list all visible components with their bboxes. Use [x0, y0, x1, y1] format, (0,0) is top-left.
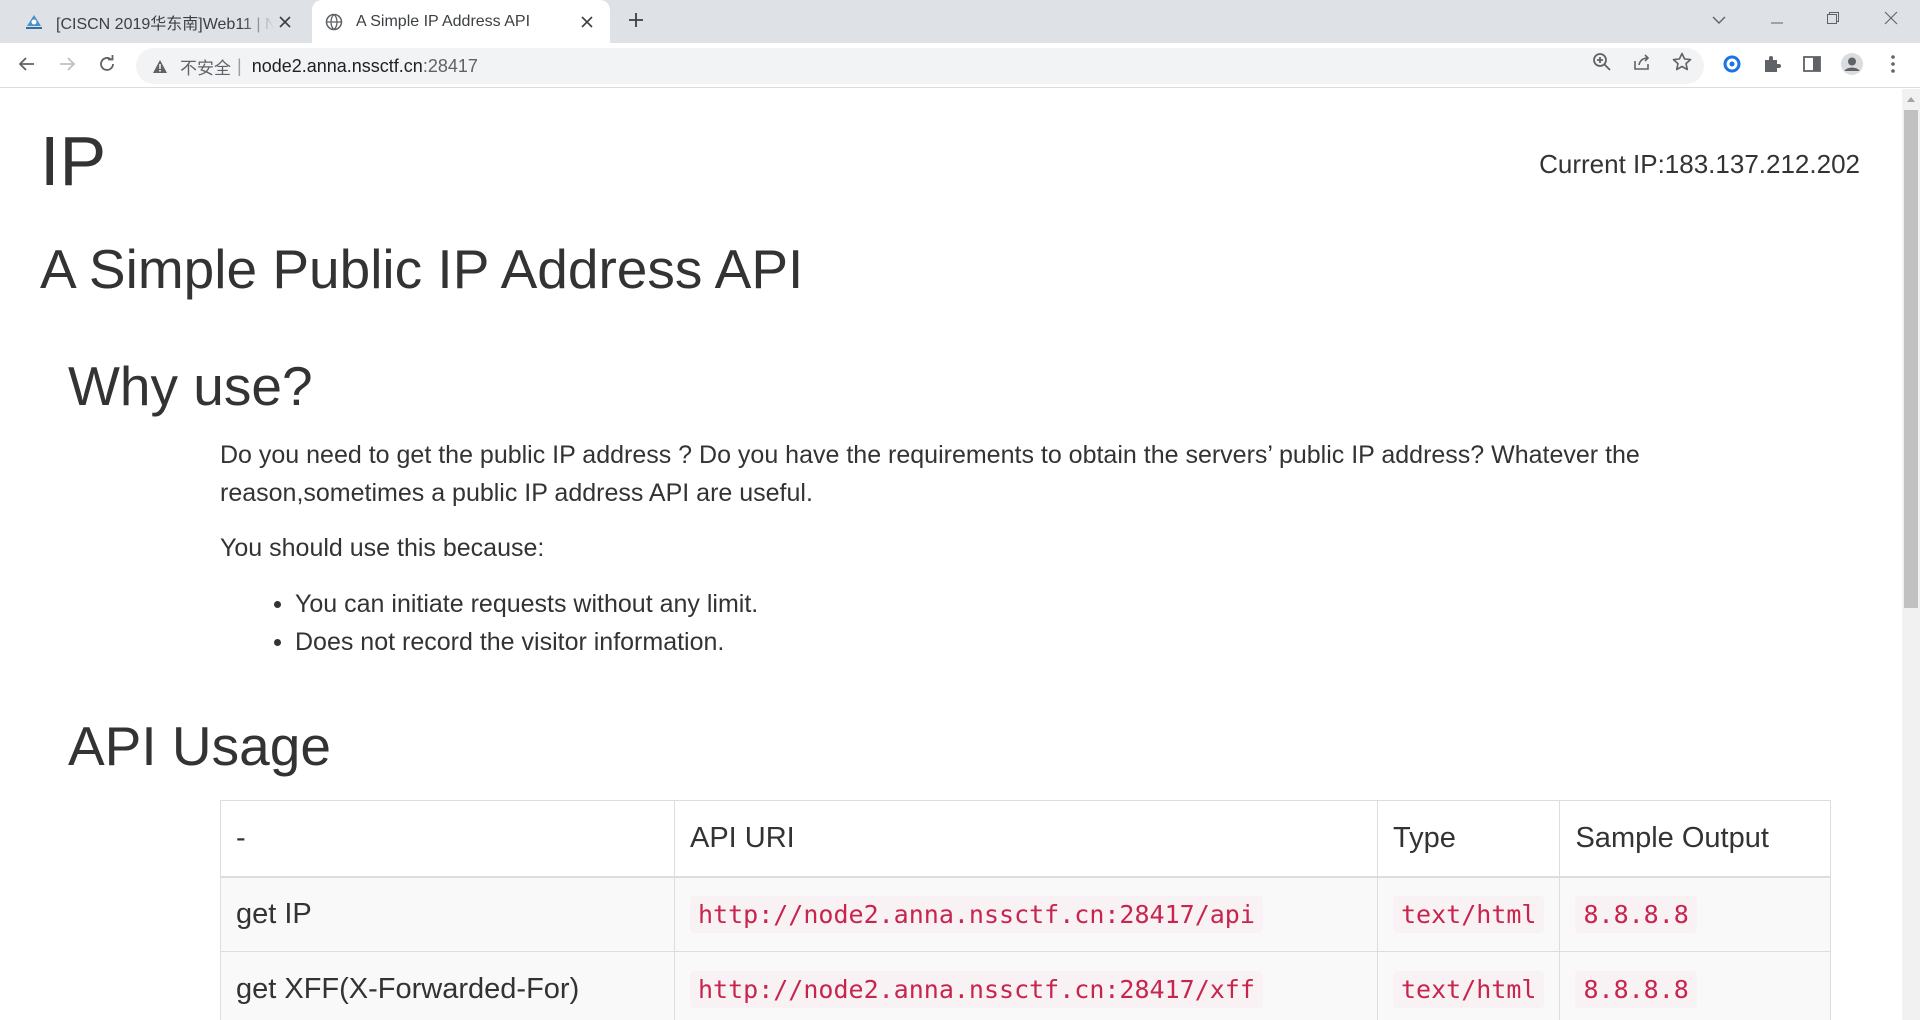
table-row: get IP http://node2.anna.nssctf.cn:28417…: [220, 876, 1831, 952]
page-subtitle: A Simple Public IP Address API: [40, 238, 804, 300]
close-window-button[interactable]: [1868, 0, 1914, 40]
profile-button[interactable]: [1839, 52, 1865, 81]
reload-icon: [98, 54, 116, 78]
api-sample: 8.8.8.8: [1575, 970, 1697, 1008]
scrollbar-thumb[interactable]: [1904, 110, 1918, 608]
chevron-down-icon: [1712, 11, 1726, 29]
api-type-cell: text/html: [1376, 876, 1561, 952]
why-lead: You should use this because:: [220, 534, 545, 562]
star-icon: [1672, 52, 1692, 77]
api-type-cell: text/html: [1376, 951, 1561, 1020]
menu-button[interactable]: [1880, 53, 1906, 79]
zoom-icon: [1592, 52, 1612, 77]
api-uri: http://node2.anna.nssctf.cn:28417/api: [690, 895, 1263, 933]
list-item: Does not record the visitor information.: [220, 623, 758, 661]
api-name: get IP: [220, 876, 675, 952]
triangle-up-icon: [1907, 89, 1915, 107]
api-usage-table: - API URI Type Sample Output get IP http…: [220, 800, 1831, 1020]
warning-icon[interactable]: [150, 56, 170, 76]
more-vertical-icon: [1891, 54, 1895, 78]
address-bar[interactable]: 不安全 | node2.anna.nssctf.cn :28417: [136, 48, 1704, 84]
minimize-button[interactable]: [1754, 0, 1800, 40]
scroll-up-button[interactable]: [1902, 89, 1920, 107]
close-tab-icon[interactable]: [274, 11, 296, 33]
tab-nssctf[interactable]: [CISCN 2019华东南]Web11 | NSSCTF: [12, 0, 308, 43]
forward-button[interactable]: [50, 49, 84, 83]
api-sample-cell: 8.8.8.8: [1559, 951, 1831, 1020]
why-paragraph: Do you need to get the public IP address…: [220, 441, 1640, 507]
browser-toolbar: 不安全 | node2.anna.nssctf.cn :28417: [0, 43, 1920, 88]
close-icon: [1884, 11, 1898, 30]
avatar-icon: [1840, 52, 1864, 81]
api-name: get XFF(X-Forwarded-For): [220, 951, 675, 1020]
security-label[interactable]: 不安全: [180, 54, 231, 79]
tab-strip: [CISCN 2019华东南]Web11 | NSSCTF A Simple I…: [0, 0, 1920, 43]
zoom-button[interactable]: [1590, 52, 1614, 76]
api-type: text/html: [1393, 895, 1545, 933]
side-panel-icon: [1803, 55, 1821, 78]
address-separator: |: [237, 55, 242, 76]
url-port: :28417: [422, 55, 478, 76]
column-header: -: [220, 800, 675, 878]
back-button[interactable]: [10, 49, 44, 83]
arrow-left-icon: [18, 55, 36, 78]
column-header: Sample Output: [1559, 800, 1831, 878]
share-icon: [1632, 52, 1652, 77]
restore-icon: [1827, 11, 1839, 29]
tab-title: A Simple IP Address API: [356, 12, 531, 30]
api-uri-cell: http://node2.anna.nssctf.cn:28417/xff: [674, 951, 1378, 1020]
extension-ring-icon: [1722, 54, 1742, 79]
reasons-list: You can initiate requests without any li…: [220, 585, 758, 661]
api-sample-cell: 8.8.8.8: [1559, 876, 1831, 952]
bookmark-button[interactable]: [1670, 52, 1694, 76]
url-host: node2.anna.nssctf.cn: [251, 55, 423, 76]
table-row: get XFF(X-Forwarded-For) http://node2.an…: [220, 951, 1831, 1020]
close-tab-icon[interactable]: [576, 11, 598, 33]
tab-ip-api[interactable]: A Simple IP Address API: [312, 0, 610, 43]
minimize-icon: [1771, 11, 1783, 29]
why-heading: Why use?: [68, 355, 313, 417]
table-header-row: - API URI Type Sample Output: [220, 800, 1831, 878]
puzzle-icon: [1762, 54, 1782, 79]
extensions-button[interactable]: [1759, 53, 1785, 79]
current-ip: Current IP:183.137.212.202: [1539, 149, 1860, 179]
page-title: IP: [40, 122, 107, 200]
api-uri-cell: http://node2.anna.nssctf.cn:28417/api: [674, 876, 1378, 952]
side-panel-button[interactable]: [1799, 53, 1825, 79]
plus-icon: [628, 12, 644, 33]
list-item: You can initiate requests without any li…: [220, 585, 758, 623]
usage-heading: API Usage: [68, 715, 331, 777]
api-sample: 8.8.8.8: [1575, 895, 1697, 933]
restore-button[interactable]: [1810, 0, 1856, 40]
share-button[interactable]: [1630, 52, 1654, 76]
arrow-right-icon: [58, 55, 76, 78]
tab-title: [CISCN 2019华东南]Web11 | NSSCTF: [56, 15, 274, 33]
globe-icon: [324, 12, 344, 32]
new-tab-button[interactable]: [622, 8, 650, 36]
nssctf-icon: [24, 12, 44, 32]
column-header: Type: [1376, 800, 1561, 878]
api-uri: http://node2.anna.nssctf.cn:28417/xff: [690, 970, 1263, 1008]
column-header: API URI: [674, 800, 1378, 878]
extension-button[interactable]: [1719, 53, 1745, 79]
page-viewport: IP Current IP:183.137.212.202 A Simple P…: [0, 89, 1902, 1020]
api-type: text/html: [1393, 970, 1545, 1008]
tab-search-button[interactable]: [1696, 0, 1742, 40]
reload-button[interactable]: [90, 49, 124, 83]
